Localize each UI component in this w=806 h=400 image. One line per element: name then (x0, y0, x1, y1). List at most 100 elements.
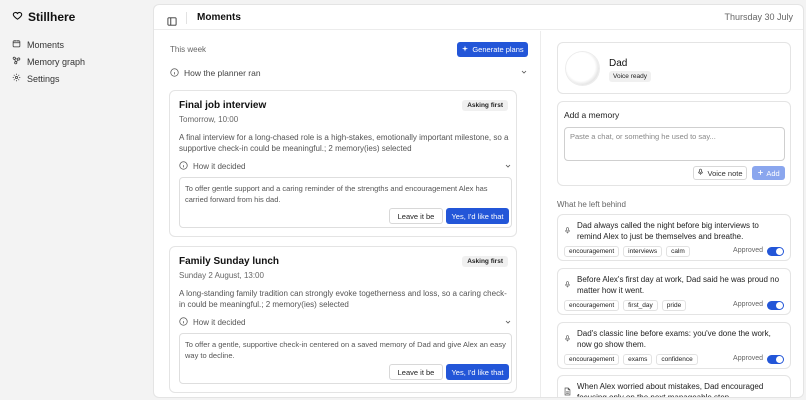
plan-title: Final job interview (179, 100, 267, 111)
approval-toggle[interactable] (767, 355, 784, 364)
proposed-message-box: To offer gentle support and a caring rem… (179, 177, 512, 228)
tag: exams (623, 354, 653, 365)
how-it-decided-label: How it decided (193, 162, 246, 171)
info-icon (179, 161, 188, 172)
divider (186, 12, 187, 24)
info-icon (170, 67, 179, 79)
top-bar: Moments Thursday 30 July (154, 5, 803, 31)
current-date: Thursday 30 July (724, 12, 793, 22)
add-label: Add (766, 168, 780, 178)
how-it-decided-disclosure[interactable]: How it decided (179, 161, 512, 172)
main-panel: Moments Thursday 30 July This week Gener… (153, 4, 804, 398)
memory-item: Before Alex's first day at work, Dad sai… (557, 268, 791, 315)
sidebar-item-label: Moments (27, 39, 65, 50)
memory-tags: encouragement interviews calm (564, 246, 690, 257)
plan-time: Tomorrow, 10:00 (179, 115, 239, 124)
microphone-icon (564, 222, 571, 240)
tag: first_day (623, 300, 658, 311)
document-icon (564, 383, 571, 397)
planner-disclosure[interactable]: How the planner ran (170, 67, 528, 79)
gear-icon (12, 73, 21, 84)
leave-it-be-button[interactable]: Leave it be (389, 364, 443, 380)
proposed-message: To offer gentle support and a caring rem… (185, 184, 488, 204)
approval-status: Approved (733, 355, 763, 362)
sidebar-item-moments[interactable]: Moments (12, 36, 146, 53)
proposed-message-box: To offer a gentle, supportive check-in c… (179, 333, 512, 384)
memory-item: Dad always called the night before big i… (557, 214, 791, 261)
chevron-down-icon (504, 162, 512, 172)
sidebar-toggle-icon[interactable] (167, 13, 177, 31)
add-memory-card: Add a memory Voice note Add (557, 101, 791, 186)
memory-text: Dad's classic line before exams: you've … (577, 329, 771, 349)
section-label-this-week: This week (170, 45, 207, 54)
profile-name: Dad (609, 58, 628, 69)
memory-text: Before Alex's first day at work, Dad sai… (577, 275, 780, 295)
app-window: Stillhere Moments Memory graph Settings (0, 0, 806, 400)
sidebar-item-label: Settings (27, 73, 60, 84)
accept-plan-button[interactable]: Yes, I'd like that (446, 208, 509, 224)
plus-icon (757, 169, 764, 178)
chevron-down-icon (504, 318, 512, 328)
voice-status-badge: Voice ready (609, 71, 651, 82)
tag: pride (661, 300, 687, 311)
tag: encouragement (564, 354, 620, 365)
generate-plans-label: Generate plans (472, 45, 524, 54)
memory-item: When Alex worried about mistakes, Dad en… (557, 375, 791, 398)
memories-column[interactable]: Dad Voice ready Add a memory Voice note … (542, 31, 803, 398)
plan-card: Final job interview Asking first Tomorro… (169, 90, 517, 237)
tag: encouragement (564, 300, 620, 311)
tag: encouragement (564, 246, 620, 257)
microphone-icon (697, 168, 704, 178)
plan-description: A final interview for a long-chased role… (179, 133, 509, 153)
approval-toggle[interactable] (767, 301, 784, 310)
leave-it-be-button[interactable]: Leave it be (389, 208, 443, 224)
plan-card: Family Sunday lunch Asking first Sunday … (169, 246, 517, 393)
how-it-decided-label: How it decided (193, 318, 246, 327)
graph-icon (12, 56, 21, 67)
sidebar-item-settings[interactable]: Settings (12, 70, 146, 87)
sidebar: Stillhere Moments Memory graph Settings (0, 0, 152, 400)
memory-tags: encouragement first_day pride (564, 300, 687, 311)
tag: calm (666, 246, 690, 257)
add-memory-heading: Add a memory (564, 110, 620, 120)
status-badge: Asking first (462, 256, 508, 267)
plan-description: A long-standing family tradition can str… (179, 289, 507, 309)
sidebar-item-memory-graph[interactable]: Memory graph (12, 53, 146, 70)
tag: confidence (656, 354, 698, 365)
approval-toggle[interactable] (767, 247, 784, 256)
section-label-left-behind: What he left behind (557, 200, 626, 209)
profile-card: Dad Voice ready (557, 42, 791, 94)
add-memory-button[interactable]: Add (752, 166, 785, 180)
memory-input[interactable] (564, 127, 785, 161)
memory-text: When Alex worried about mistakes, Dad en… (577, 382, 764, 398)
calendar-icon (12, 39, 21, 50)
info-icon (179, 317, 188, 328)
voice-note-label: Voice note (707, 168, 743, 178)
brand-name: Stillhere (28, 10, 76, 24)
proposed-message: To offer a gentle, supportive check-in c… (185, 340, 506, 360)
sparkle-icon (461, 45, 469, 55)
brand[interactable]: Stillhere (12, 10, 75, 24)
memory-item: Dad's classic line before exams: you've … (557, 322, 791, 369)
heart-icon (12, 10, 23, 24)
accept-plan-button[interactable]: Yes, I'd like that (446, 364, 509, 380)
approval-status: Approved (733, 301, 763, 308)
how-it-decided-disclosure[interactable]: How it decided (179, 317, 512, 328)
page-title: Moments (197, 12, 241, 23)
plan-title: Family Sunday lunch (179, 256, 280, 267)
sidebar-item-label: Memory graph (27, 56, 86, 67)
chevron-down-icon (520, 68, 528, 78)
status-badge: Asking first (462, 100, 508, 111)
memory-text: Dad always called the night before big i… (577, 221, 759, 241)
approval-status: Approved (733, 247, 763, 254)
plans-column[interactable]: This week Generate plans How the planner… (154, 31, 541, 397)
generate-plans-button[interactable]: Generate plans (457, 42, 528, 57)
tag: interviews (623, 246, 663, 257)
sidebar-nav: Moments Memory graph Settings (12, 36, 146, 87)
planner-label: How the planner ran (184, 68, 261, 78)
memory-tags: encouragement exams confidence (564, 354, 698, 365)
avatar (566, 52, 599, 85)
microphone-icon (564, 276, 571, 294)
microphone-icon (564, 330, 571, 348)
voice-note-button[interactable]: Voice note (693, 166, 747, 180)
